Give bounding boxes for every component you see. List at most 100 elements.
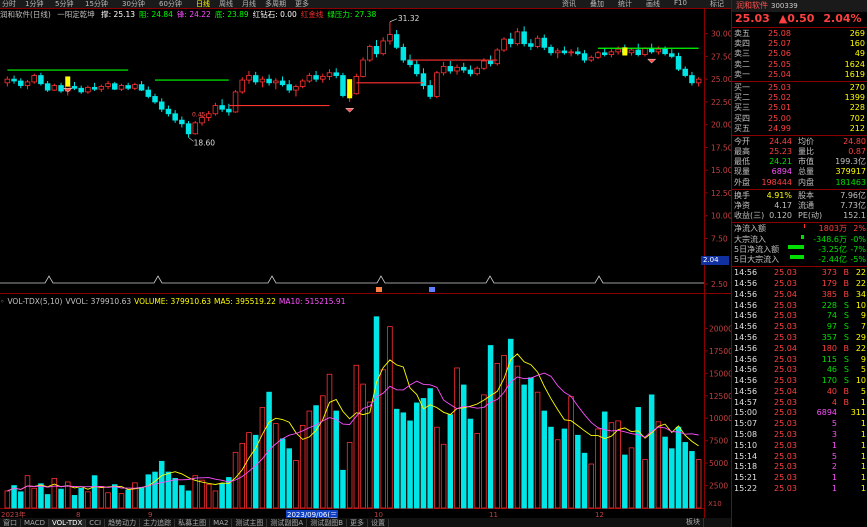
volume-bar[interactable]	[628, 447, 635, 509]
sector-tab[interactable]: 板块	[683, 518, 704, 527]
volume-bar[interactable]	[353, 364, 360, 509]
volume-bar[interactable]	[494, 363, 501, 509]
volume-bar[interactable]	[662, 436, 668, 509]
volume-bar[interactable]	[548, 426, 554, 509]
volume-bar[interactable]	[467, 418, 474, 509]
tick-row[interactable]: 15:07 25.03 5 1	[732, 419, 867, 430]
volume-bar[interactable]	[474, 433, 480, 509]
tick-row[interactable]: 15:18 25.03 2 1	[732, 462, 867, 473]
volume-bar[interactable]	[434, 426, 440, 509]
volume-bar[interactable]	[172, 477, 178, 509]
tick-list[interactable]: 14:56 25.03 373 B 22 14:56 25.03 179 B 22 14:56 25.…	[732, 268, 867, 495]
volume-bar[interactable]	[158, 460, 165, 509]
volume-bar[interactable]	[125, 489, 131, 509]
volume-bar[interactable]	[199, 479, 205, 509]
volume-bar[interactable]	[420, 398, 427, 509]
volume-bar[interactable]	[581, 452, 588, 509]
volume-bar[interactable]	[460, 384, 467, 509]
volume-bar[interactable]	[51, 477, 58, 509]
indicator-tab[interactable]: CCI	[86, 519, 106, 527]
tick-row[interactable]: 14:56 25.04 385 B 34	[732, 290, 867, 301]
volume-bar[interactable]	[293, 460, 299, 509]
tick-row[interactable]: 15:00 25.03 6894 311	[732, 408, 867, 419]
tick-row[interactable]: 14:57 25.03 4 B 1	[732, 398, 867, 409]
order-book-row[interactable]: 卖二 25.05 1624	[732, 60, 867, 70]
volume-bar[interactable]	[575, 434, 581, 509]
tick-row[interactable]: 14:56 25.03 97 S 7	[732, 322, 867, 333]
volume-bar[interactable]	[105, 492, 111, 509]
volume-bar[interactable]	[541, 410, 548, 509]
indicator-tab[interactable]: VOL-TDX	[48, 519, 87, 527]
tick-row[interactable]: 14:56 25.03 357 S 29	[732, 333, 867, 344]
volume-bar[interactable]	[219, 483, 225, 509]
tick-row[interactable]: 14:56 25.03 179 B 22	[732, 279, 867, 290]
volume-bar[interactable]	[346, 442, 353, 509]
volume-bar[interactable]	[528, 377, 534, 509]
order-book-row[interactable]: 卖四 25.07 160	[732, 39, 867, 49]
volume-bar[interactable]	[635, 407, 641, 509]
tick-row[interactable]: 14:56 25.03 170 S 10	[732, 376, 867, 387]
volume-bar[interactable]	[447, 414, 454, 509]
indicator-tab[interactable]: MA2	[210, 519, 233, 527]
volume-bar[interactable]	[554, 439, 561, 509]
volume-bar[interactable]	[185, 490, 192, 509]
volume-bar[interactable]	[695, 459, 702, 509]
volume-bar[interactable]	[669, 448, 675, 509]
volume-bar[interactable]	[380, 369, 386, 509]
tick-row[interactable]: 15:10 25.03 1 1	[732, 441, 867, 452]
volume-bar[interactable]	[212, 490, 219, 509]
volume-bar[interactable]	[306, 410, 313, 509]
indicator-tab[interactable]: 更多	[347, 519, 369, 527]
indicator-tab[interactable]: 趋势动力	[105, 519, 141, 527]
volume-bar[interactable]	[595, 428, 601, 509]
tick-row[interactable]: 14:56 25.04 40 B 5	[732, 387, 867, 398]
volume-bar[interactable]	[568, 396, 574, 509]
indicator-tab[interactable]: 测试副图B	[307, 519, 348, 527]
volume-bar[interactable]	[481, 394, 487, 509]
volume-bar[interactable]	[259, 407, 266, 509]
volume-bar[interactable]	[682, 442, 688, 509]
order-book-row[interactable]: 买四 25.00 702	[732, 114, 867, 124]
volume-bar[interactable]	[487, 345, 494, 509]
volume-bar[interactable]	[561, 428, 568, 509]
volume-bar[interactable]	[138, 486, 145, 509]
indicator-tab[interactable]: 主力追踪	[140, 519, 176, 527]
volume-bar[interactable]	[44, 494, 51, 509]
volume-bar[interactable]	[145, 474, 152, 509]
volume-bar[interactable]	[648, 394, 655, 509]
volume-bar[interactable]	[675, 426, 682, 509]
tick-row[interactable]: 14:56 25.03 74 S 9	[732, 311, 867, 322]
volume-bar[interactable]	[393, 408, 400, 509]
volume-bar[interactable]	[608, 422, 615, 509]
order-book-row[interactable]: 卖三 25.06 49	[732, 49, 867, 59]
volume-bar[interactable]	[414, 402, 420, 509]
volume-bar[interactable]	[340, 469, 346, 509]
volume-bar[interactable]	[360, 383, 366, 509]
volume-bar[interactable]	[165, 471, 172, 509]
volume-bar[interactable]	[333, 410, 339, 509]
volume-bar[interactable]	[534, 391, 541, 509]
volume-bar[interactable]	[373, 316, 380, 509]
volume-bar[interactable]	[622, 454, 628, 509]
volume-bar[interactable]	[78, 487, 84, 509]
volume-bar[interactable]	[118, 493, 125, 509]
tick-row[interactable]: 15:14 25.03 5 1	[732, 452, 867, 463]
volume-bar[interactable]	[400, 412, 407, 509]
volume-bar[interactable]	[387, 326, 393, 509]
volume-bar[interactable]	[111, 484, 118, 509]
tick-row[interactable]: 14:56 25.03 228 S 10	[732, 301, 867, 312]
volume-bar[interactable]	[152, 471, 158, 509]
volume-bar[interactable]	[407, 420, 413, 509]
volume-bar[interactable]	[98, 486, 105, 509]
volume-bar[interactable]	[454, 367, 460, 509]
volume-bar[interactable]	[642, 459, 648, 509]
order-book-row[interactable]: 买一 25.03 270	[732, 83, 867, 93]
volume-bar[interactable]	[91, 475, 98, 509]
volume-bar[interactable]	[521, 384, 527, 509]
volume-bar[interactable]	[615, 420, 621, 509]
indicator-tab[interactable]: 测试副图A	[267, 519, 308, 527]
tick-row[interactable]: 15:22 25.03 1 1	[732, 484, 867, 495]
volume-bar[interactable]	[18, 491, 24, 509]
tick-row[interactable]: 14:56 25.04 180 B 22	[732, 344, 867, 355]
volume-bar[interactable]	[440, 443, 447, 509]
